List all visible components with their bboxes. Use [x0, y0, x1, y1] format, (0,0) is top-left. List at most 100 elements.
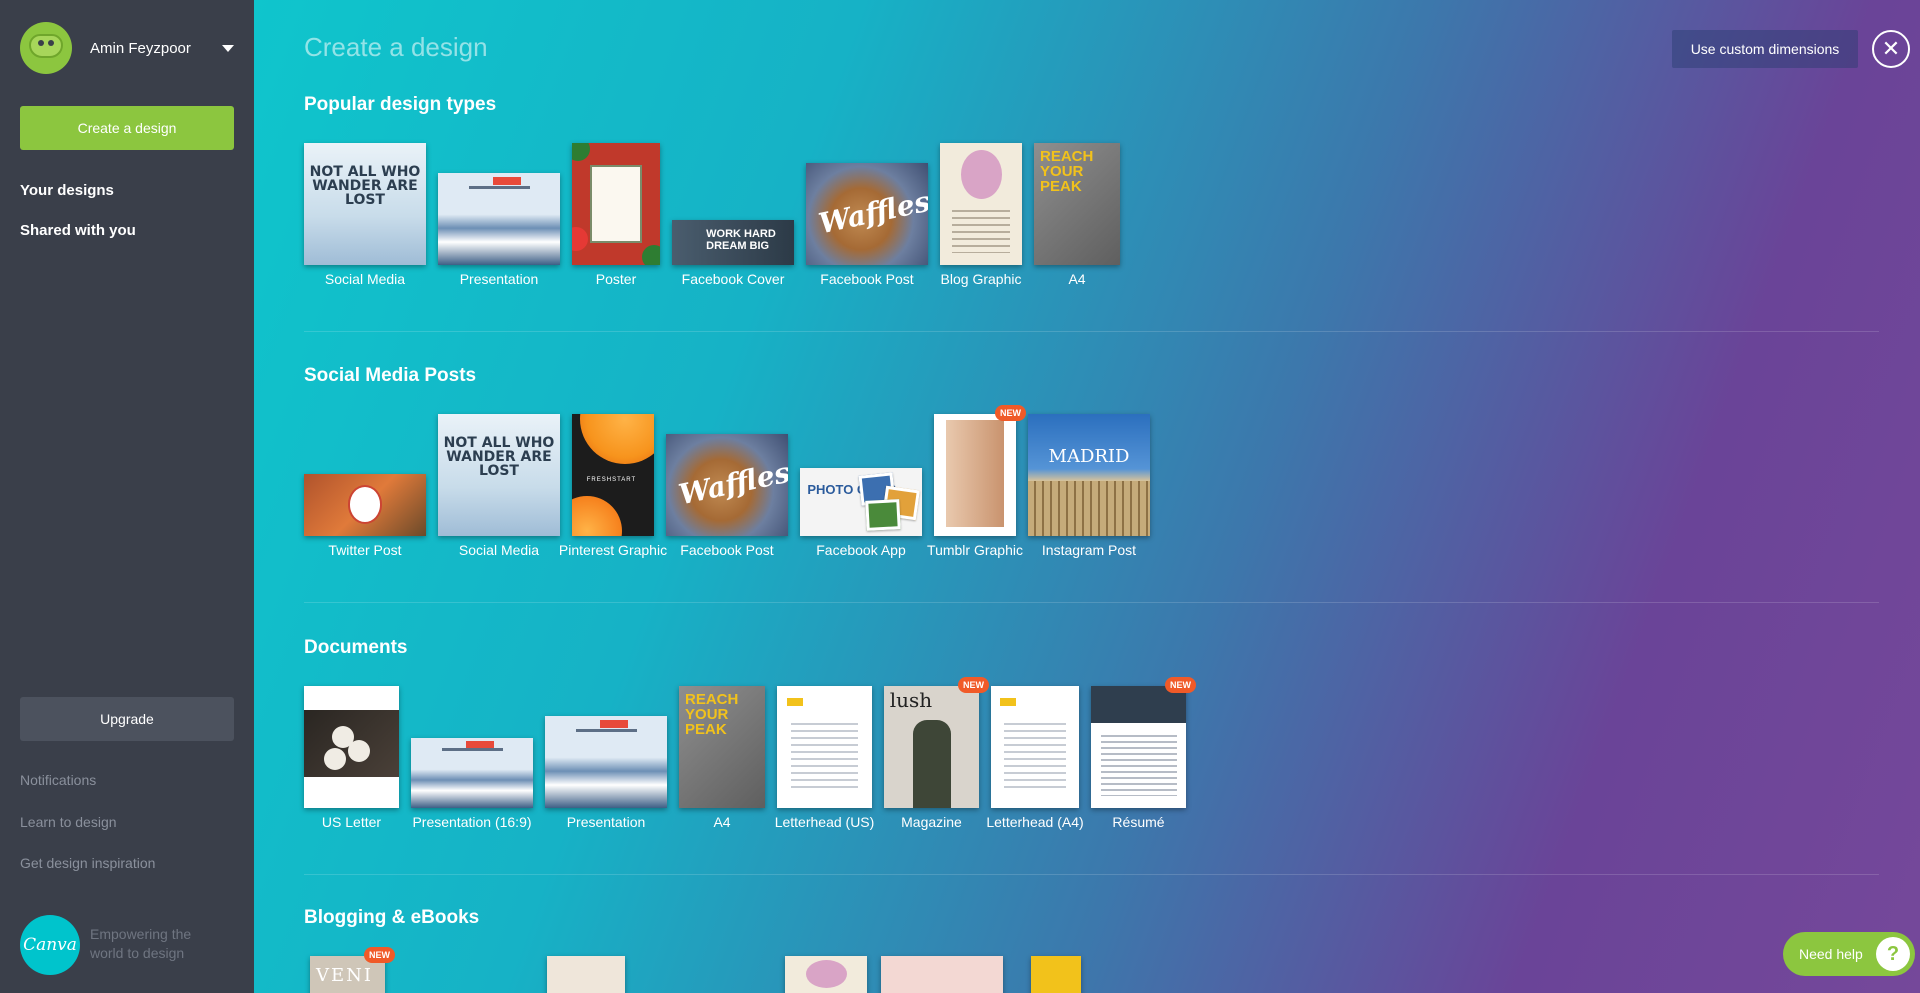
design-type-presentation-16-9[interactable]: Presentation (16:9): [411, 738, 533, 830]
close-icon[interactable]: ✕: [1872, 30, 1910, 68]
thumbnail: [1091, 686, 1186, 808]
design-type-social-media[interactable]: NOT ALL WHO WANDER ARE LOST Social Media: [304, 143, 426, 287]
chevron-down-icon[interactable]: [222, 45, 234, 52]
thumbnail-text: NOT ALL WHO WANDER ARE LOST: [309, 163, 421, 208]
design-label: Presentation: [459, 271, 539, 287]
design-type-a4[interactable]: REACH YOUR PEAK A4: [1034, 143, 1120, 287]
use-custom-dimensions-button[interactable]: Use custom dimensions: [1672, 30, 1858, 68]
design-type-presentation[interactable]: Presentation: [545, 716, 667, 830]
thumbnail: MADRID: [1028, 414, 1150, 536]
design-label: Letterhead (US): [774, 814, 875, 830]
thumbnail: REACH YOUR PEAK: [1034, 143, 1120, 265]
design-label: Blog Graphic: [940, 271, 1022, 287]
new-badge: NEW: [1165, 677, 1196, 693]
thumbnail: [934, 414, 1016, 536]
design-label: Poster: [595, 271, 637, 287]
thumbnail: WORK HARD DREAM BIG: [672, 220, 794, 265]
design-type-blog-item[interactable]: [1031, 956, 1081, 993]
thumbnail-text: MADRID: [1048, 445, 1130, 467]
design-type-facebook-post[interactable]: Waffles Facebook Post: [806, 163, 928, 287]
section-divider: [304, 331, 1879, 332]
design-type-resume[interactable]: NEW Résumé: [1091, 677, 1196, 830]
thumbnail: REACH YOUR PEAK: [679, 686, 765, 808]
design-type-pinterest-graphic[interactable]: FRESHSTART Pinterest Graphic: [559, 414, 667, 558]
question-icon: ?: [1876, 937, 1910, 971]
need-help-button[interactable]: Need help ?: [1783, 932, 1915, 976]
thumbnail: PHOTO COMP: [800, 468, 922, 536]
design-type-instagram-post[interactable]: MADRID Instagram Post: [1028, 414, 1150, 558]
section-divider: [304, 602, 1879, 603]
design-label: Social Media: [324, 271, 406, 287]
nav-notifications[interactable]: Notifications: [20, 772, 96, 788]
canva-logo[interactable]: Canva: [20, 915, 80, 975]
design-type-a4[interactable]: REACH YOUR PEAK A4: [679, 686, 765, 830]
thumbnail-text: Waffles: [815, 184, 928, 240]
design-label: Tumblr Graphic: [927, 542, 1023, 558]
design-type-facebook-post[interactable]: Waffles Facebook Post: [666, 434, 788, 558]
design-type-blog-item[interactable]: [785, 956, 867, 993]
design-type-facebook-app[interactable]: PHOTO COMP Facebook App: [800, 468, 922, 558]
thumbnail: [547, 956, 625, 993]
thumbnail-text: WORK HARD DREAM BIG: [706, 228, 776, 253]
design-label: Social Media: [458, 542, 540, 558]
thumbnail: NOT ALL WHO WANDER ARE LOST: [438, 414, 560, 536]
nav-your-designs[interactable]: Your designs: [20, 182, 114, 199]
thumbnail: NOT ALL WHO WANDER ARE LOST: [304, 143, 426, 265]
need-help-label: Need help: [1799, 946, 1863, 962]
thumbnail: [545, 716, 667, 808]
nav-shared-with-you[interactable]: Shared with you: [20, 222, 136, 239]
design-type-blog-item[interactable]: [547, 956, 625, 993]
user-menu[interactable]: Amin Feyzpoor: [20, 22, 191, 74]
design-label: Facebook Cover: [681, 271, 785, 287]
section-divider: [304, 874, 1879, 875]
section-title-blogging: Blogging & eBooks: [304, 907, 480, 928]
nav-learn-to-design[interactable]: Learn to design: [20, 814, 117, 830]
design-label: Presentation: [566, 814, 646, 830]
design-type-social-media[interactable]: NOT ALL WHO WANDER ARE LOST Social Media: [438, 414, 560, 558]
design-type-blog-item[interactable]: [881, 956, 1003, 993]
thumbnail: Waffles: [666, 434, 788, 536]
design-type-presentation[interactable]: Presentation: [438, 173, 560, 287]
design-label: Résumé: [1112, 814, 1165, 830]
thumbnail-text: lush: [889, 688, 933, 713]
section-title-documents: Documents: [304, 637, 408, 658]
thumbnail: [1031, 956, 1081, 993]
nav-get-design-inspiration[interactable]: Get design inspiration: [20, 855, 155, 871]
thumbnail: [438, 173, 560, 265]
design-label: Presentation (16:9): [412, 814, 532, 830]
thumbnail: [940, 143, 1022, 265]
thumbnail-text: REACH YOUR PEAK: [1040, 148, 1094, 196]
thumbnail: [304, 686, 399, 808]
thumbnail: [777, 686, 872, 808]
design-type-letterhead-a4[interactable]: Letterhead (A4): [986, 686, 1084, 830]
design-label: Twitter Post: [328, 542, 402, 558]
design-type-twitter-post[interactable]: Twitter Post: [304, 414, 426, 558]
popular-design-row: NOT ALL WHO WANDER ARE LOST Social Media…: [304, 143, 1132, 287]
sidebar: Amin Feyzpoor Create a design Your desig…: [0, 0, 254, 993]
design-type-blog-graphic[interactable]: Blog Graphic: [940, 143, 1022, 287]
section-title-social-posts: Social Media Posts: [304, 365, 477, 386]
documents-row: US Letter Presentation (16:9) Presentati…: [304, 677, 1198, 830]
design-type-us-letter[interactable]: US Letter: [304, 686, 399, 830]
design-label: Pinterest Graphic: [558, 542, 668, 558]
new-badge: NEW: [364, 947, 395, 963]
thumbnail: [785, 956, 867, 993]
user-name: Amin Feyzpoor: [90, 39, 191, 57]
design-type-letterhead-us[interactable]: Letterhead (US): [775, 686, 874, 830]
thumbnail-text: VENI: [316, 964, 373, 986]
create-design-button[interactable]: Create a design: [20, 106, 234, 150]
design-label: A4: [1068, 271, 1086, 287]
tagline: Empowering the world to design: [90, 926, 192, 961]
design-label: A4: [713, 814, 731, 830]
upgrade-button[interactable]: Upgrade: [20, 697, 234, 741]
design-type-blog-item[interactable]: NEW VENI: [310, 947, 395, 993]
design-type-poster[interactable]: Poster: [572, 143, 660, 287]
main-panel: Create a design Use custom dimensions ✕ …: [254, 0, 1920, 993]
design-label: Facebook App: [816, 542, 906, 558]
section-title-popular: Popular design types: [304, 94, 497, 115]
blogging-row: NEW VENI: [304, 947, 1093, 993]
design-type-magazine[interactable]: NEW lush Magazine: [884, 677, 989, 830]
design-type-tumblr-graphic[interactable]: NEW Tumblr Graphic: [927, 405, 1026, 558]
design-type-facebook-cover[interactable]: WORK HARD DREAM BIG Facebook Cover: [672, 220, 794, 287]
page-title: Create a design: [304, 32, 488, 62]
